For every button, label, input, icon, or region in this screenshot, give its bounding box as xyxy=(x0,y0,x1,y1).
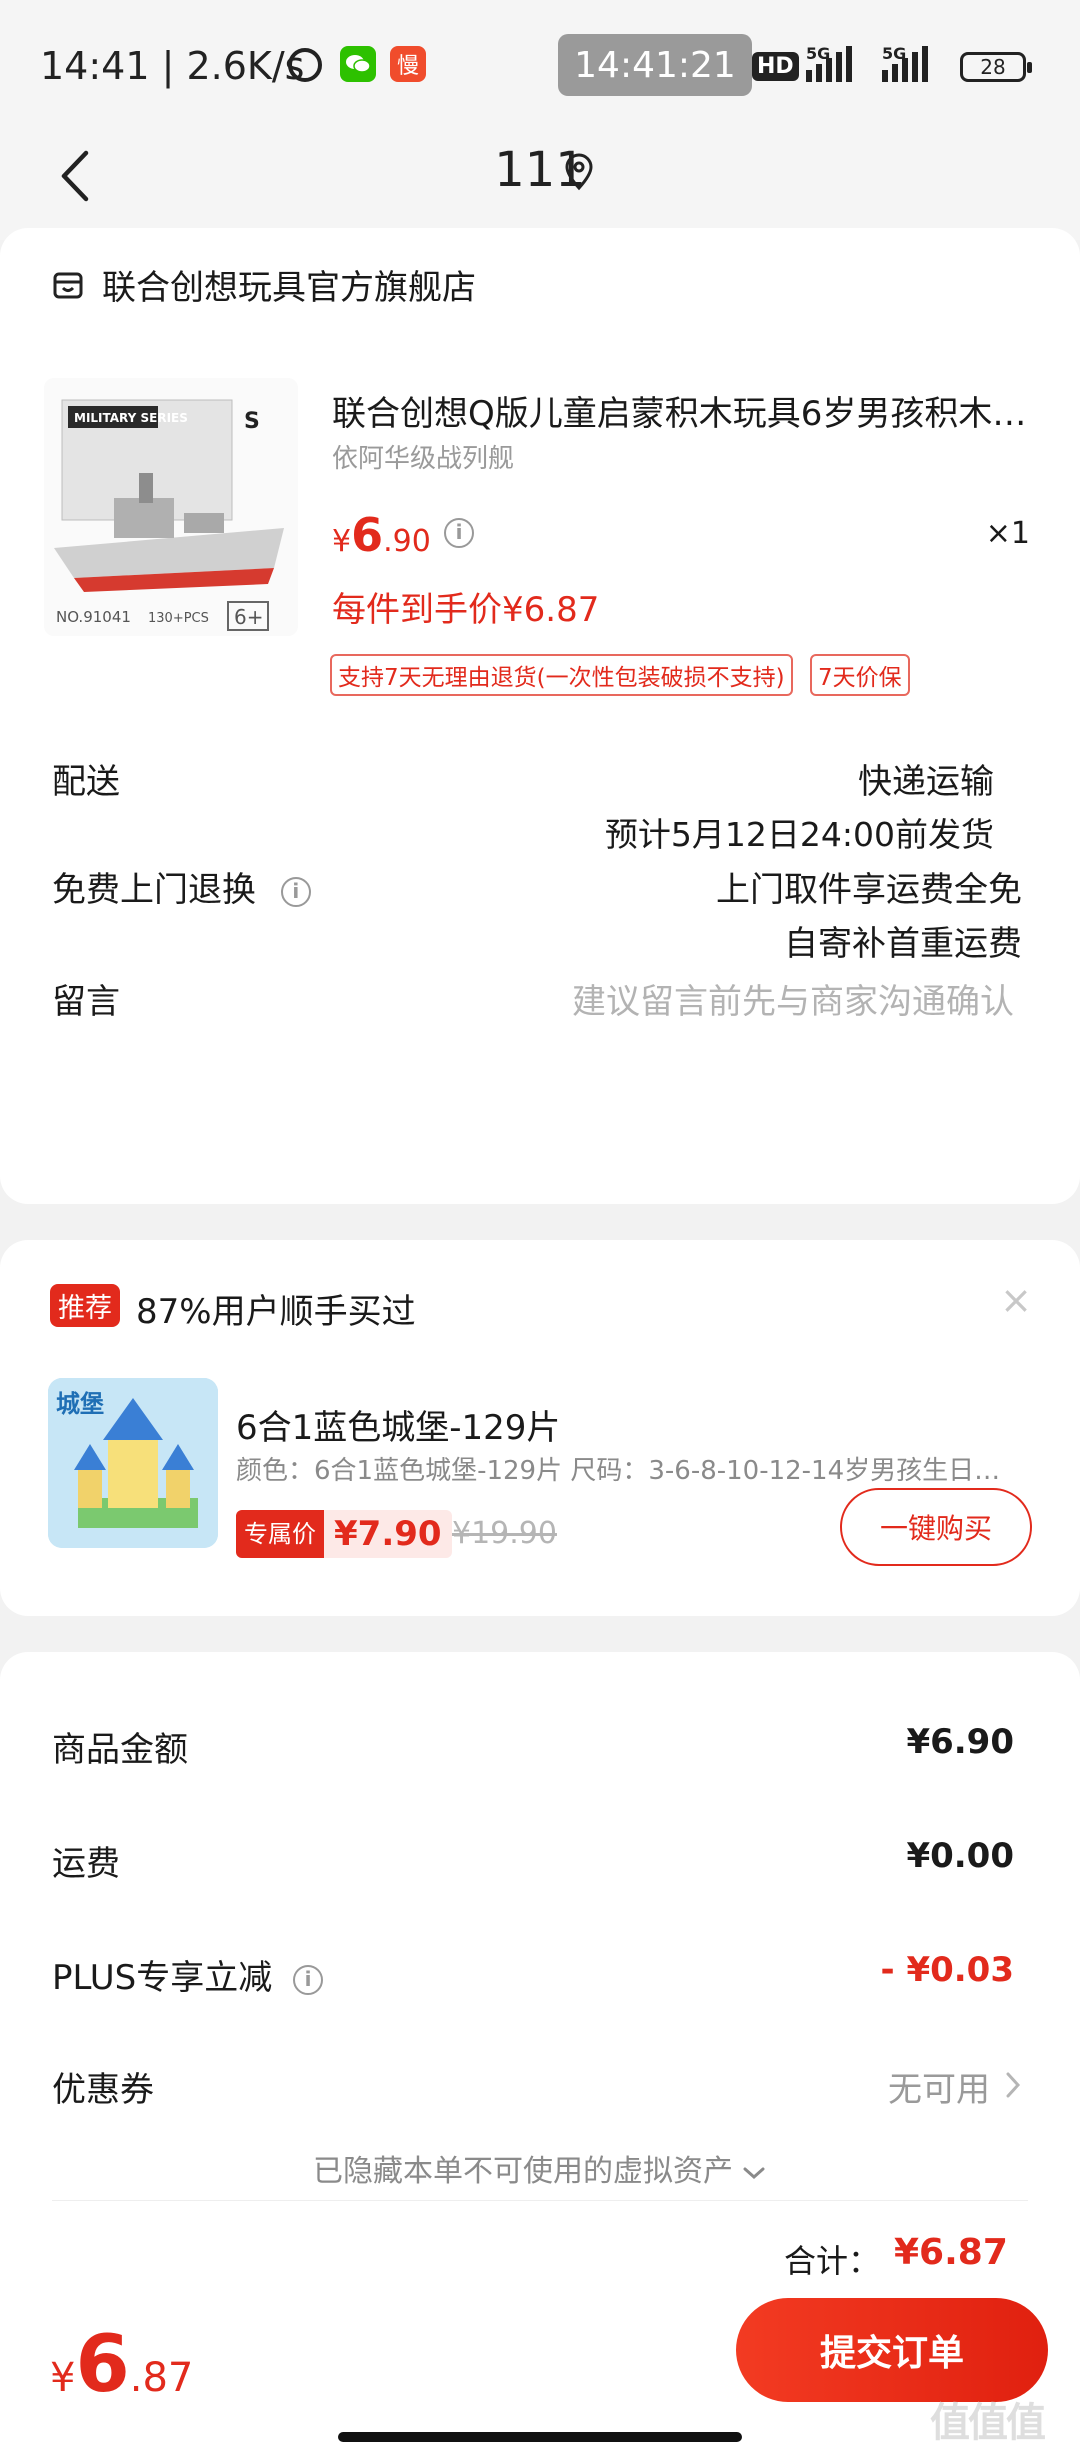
wechat-icon xyxy=(340,46,376,82)
product-price: ¥6.90 xyxy=(332,508,431,562)
nav-bar: 111 xyxy=(0,130,1080,240)
recommend-original-price: ¥19.90 xyxy=(452,1516,557,1551)
recommend-card: 推荐 87%用户顺手买过 × 城堡 6合1蓝色城堡-129片 颜色：6合1蓝色城… xyxy=(0,1240,1080,1616)
battery-icon: 28 xyxy=(960,52,1032,82)
shipping-label: 运费 xyxy=(52,1844,120,1884)
hidden-assets-toggle[interactable]: 已隐藏本单不可使用的虚拟资产 xyxy=(0,2146,1080,2190)
divider xyxy=(52,2200,1028,2201)
chevron-right-icon[interactable] xyxy=(1004,2070,1022,2100)
castle-image-label: 城堡 xyxy=(56,1390,104,1418)
bottom-price: ¥6.87 xyxy=(50,2320,194,2410)
box-pcs: 130+PCS xyxy=(148,611,209,626)
recommend-title: 87%用户顺手买过 xyxy=(136,1292,416,1332)
signal-icon-2 xyxy=(882,46,928,82)
return-policy-tag: 支持7天无理由退货(一次性包装破损不支持) xyxy=(330,654,793,696)
price-info-icon[interactable]: i xyxy=(444,518,474,548)
free-return-line1: 上门取件享运费全免 xyxy=(716,870,1022,910)
back-button[interactable] xyxy=(40,136,110,216)
unit-price: 每件到手价¥6.87 xyxy=(332,590,600,630)
product-image[interactable]: MILITARY SERIES S NO.91041 130+PCS 6+ xyxy=(44,378,298,636)
delivery-method[interactable]: 快递运输 xyxy=(858,754,994,803)
svg-text:S: S xyxy=(244,409,260,434)
location-pin-icon[interactable] xyxy=(562,152,596,192)
product-sku: 依阿华级战列舰 xyxy=(332,444,515,474)
delivery-eta: 预计5月12日24:00前发货 xyxy=(604,815,994,854)
close-icon[interactable]: × xyxy=(1000,1278,1032,1322)
hd-icon: HD xyxy=(752,52,799,81)
box-model: NO.91041 xyxy=(56,608,131,626)
recommend-name[interactable]: 6合1蓝色城堡-129片 xyxy=(236,1400,560,1449)
total-value: ¥6.87 xyxy=(894,2232,1008,2273)
watermark-logo: 值值值 xyxy=(930,2400,1046,2446)
time-pill: 14:41:21 xyxy=(558,34,752,96)
free-return-line2: 自寄补首重运费 xyxy=(784,924,1022,964)
box-brand: MILITARY SERIES xyxy=(74,411,188,425)
delivery-label: 配送 xyxy=(52,762,120,802)
store-name: 联合创想玩具官方旗舰店 xyxy=(102,268,476,308)
submit-order-button[interactable]: 提交订单 xyxy=(736,2298,1048,2402)
free-return-info-icon[interactable]: i xyxy=(280,876,311,907)
product-title[interactable]: 联合创想Q版儿童启蒙积木玩具6岁男孩积木拼装玩具 xyxy=(332,386,1032,435)
coupon-label: 优惠券 xyxy=(52,2070,154,2110)
recommend-badge: 推荐 xyxy=(50,1284,120,1327)
exclusive-price-tag: 专属价 xyxy=(236,1510,324,1558)
message-input[interactable]: 建议留言前先与商家沟通确认 xyxy=(572,974,1014,1023)
message-label: 留言 xyxy=(52,982,120,1022)
order-card: 联合创想玩具官方旗舰店 MILITARY SERIES S NO.91041 1… xyxy=(0,228,1080,1204)
slow-app-icon: 慢 xyxy=(390,46,426,82)
plus-discount-label: PLUS专享立减 i xyxy=(52,1950,324,1999)
status-time: 14:41 | 2.6K/s xyxy=(40,44,305,88)
recommend-spec: 颜色：6合1蓝色城堡-129片 尺码：3-6-8-10-12-14岁男孩生日礼物 xyxy=(236,1456,1016,1486)
status-bar: 14:41 | 2.6K/s 慢 14:41:21 HD 5G 5G 28 xyxy=(0,0,1080,130)
one-click-buy-button[interactable]: 一键购买 xyxy=(840,1488,1032,1566)
goods-amount-value: ¥6.90 xyxy=(906,1722,1014,1762)
recommend-price: ¥7.90 xyxy=(334,1514,442,1554)
free-return-label: 免费上门退换 i xyxy=(52,862,311,911)
page-title: 111 xyxy=(494,142,586,198)
signal-icon xyxy=(806,46,852,82)
recommend-image[interactable]: 城堡 xyxy=(48,1378,218,1548)
coupon-value[interactable]: 无可用 xyxy=(888,2062,990,2111)
plus-discount-value: - ¥0.03 xyxy=(880,1950,1015,1990)
chevron-down-icon xyxy=(743,2167,765,2180)
store-icon xyxy=(53,272,83,298)
shipping-value: ¥0.00 xyxy=(906,1836,1014,1876)
store-row[interactable]: 联合创想玩具官方旗舰店 xyxy=(52,260,476,309)
box-age: 6+ xyxy=(234,605,263,629)
alarm-icon xyxy=(288,48,322,82)
product-quantity: ×1 xyxy=(985,516,1030,551)
price-protect-tag: 7天价保 xyxy=(810,654,910,696)
recommend-price-box: 专属价 ¥7.90 xyxy=(236,1510,452,1558)
plus-info-icon[interactable]: i xyxy=(293,1964,324,1995)
home-indicator[interactable] xyxy=(338,2432,742,2442)
total-label: 合计： xyxy=(784,2242,881,2280)
goods-amount-label: 商品金额 xyxy=(52,1730,188,1770)
chevron-left-icon xyxy=(61,150,89,202)
